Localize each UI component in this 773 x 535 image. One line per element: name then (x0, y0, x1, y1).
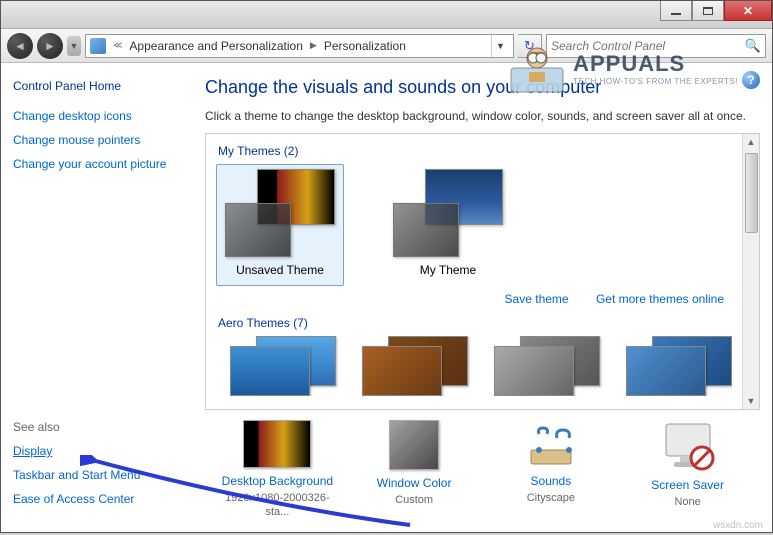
scroll-up-button[interactable]: ▲ (743, 134, 759, 151)
screen-saver-label: Screen Saver (628, 478, 748, 492)
themes-panel: My Themes (2) Unsaved Theme (205, 133, 760, 410)
minimize-button[interactable] (660, 1, 692, 21)
forward-button[interactable]: ► (37, 33, 63, 59)
my-themes-header: My Themes (2) (218, 144, 732, 158)
control-panel-home-link[interactable]: Control Panel Home (13, 79, 181, 93)
breadcrumb-level1[interactable]: Appearance and Personalization (129, 39, 302, 53)
breadcrumb-level2[interactable]: Personalization (324, 39, 406, 53)
save-theme-link[interactable]: Save theme (505, 292, 569, 306)
sounds-value: Cityscape (527, 492, 575, 504)
screen-saver-value: None (674, 496, 700, 508)
aero-themes-header: Aero Themes (7) (218, 316, 732, 330)
refresh-button[interactable]: ↻ (518, 34, 542, 58)
titlebar: ✕ (1, 1, 772, 29)
main-content: ? Change the visuals and sounds on your … (193, 63, 772, 532)
see-also-taskbar[interactable]: Taskbar and Start Menu (13, 468, 181, 482)
my-themes-row: Unsaved Theme My Theme (216, 164, 732, 286)
screen-saver-icon (660, 420, 716, 472)
chevron-right-icon[interactable]: ▶ (307, 40, 320, 51)
desktop-background-label: Desktop Background (217, 474, 337, 488)
see-also-header: See also (13, 420, 181, 434)
screen-saver-item[interactable]: Screen Saver None (628, 420, 748, 518)
theme-label: Unsaved Theme (236, 263, 324, 277)
window-color-label: Window Color (354, 476, 474, 490)
desktop-background-item[interactable]: Desktop Background 1920x1080-2000326-sta… (217, 420, 337, 518)
theme-my-theme[interactable]: My Theme (384, 164, 512, 286)
sidebar-link-mouse-pointers[interactable]: Change mouse pointers (13, 133, 181, 147)
scrollbar[interactable]: ▲ ▼ (742, 134, 759, 409)
sounds-item[interactable]: Sounds Cityscape (491, 420, 611, 518)
search-icon[interactable]: 🔍 (745, 38, 761, 54)
personalization-settings-row: Desktop Background 1920x1080-2000326-sta… (205, 410, 760, 524)
address-dropdown[interactable]: ▼ (491, 35, 509, 57)
theme-unsaved[interactable]: Unsaved Theme (216, 164, 344, 286)
sidebar-link-account-picture[interactable]: Change your account picture (13, 157, 181, 171)
see-also-ease-of-access[interactable]: Ease of Access Center (13, 492, 181, 506)
recent-dropdown[interactable]: ▼ (67, 36, 81, 56)
desktop-background-value: 1920x1080-2000326-sta... (225, 492, 330, 518)
close-button[interactable]: ✕ (724, 1, 772, 21)
aero-theme-item[interactable] (362, 336, 468, 396)
theme-thumb (393, 169, 503, 257)
address-bar[interactable]: ≪ Appearance and Personalization ▶ Perso… (85, 34, 514, 58)
back-button[interactable]: ◄ (7, 33, 33, 59)
theme-thumb (225, 169, 335, 257)
see-also-display[interactable]: Display (13, 444, 181, 458)
aero-theme-item[interactable] (230, 336, 336, 396)
page-description: Click a theme to change the desktop back… (205, 108, 760, 125)
sounds-icon (517, 420, 585, 468)
help-icon[interactable]: ? (742, 71, 760, 89)
sidebar-link-desktop-icons[interactable]: Change desktop icons (13, 109, 181, 123)
maximize-button[interactable] (692, 1, 724, 21)
aero-themes-row (216, 336, 732, 396)
window-color-icon (389, 420, 439, 470)
control-panel-window: ✕ ◄ ► ▼ ≪ Appearance and Personalization… (0, 0, 773, 533)
page-title: Change the visuals and sounds on your co… (205, 77, 760, 98)
window-color-item[interactable]: Window Color Custom (354, 420, 474, 518)
theme-label: My Theme (420, 263, 476, 277)
themes-content: My Themes (2) Unsaved Theme (206, 134, 742, 409)
footer-credit: wsxdn.com (713, 520, 763, 531)
scroll-thumb[interactable] (745, 153, 758, 233)
window-color-value: Custom (395, 494, 433, 506)
control-panel-icon (90, 38, 106, 54)
body-area: Control Panel Home Change desktop icons … (1, 63, 772, 532)
aero-theme-item[interactable] (494, 336, 600, 396)
sounds-label: Sounds (491, 474, 611, 488)
search-box[interactable]: 🔍 (546, 34, 766, 58)
search-input[interactable] (551, 39, 745, 53)
desktop-background-icon (243, 420, 311, 468)
chevron-icon[interactable]: ≪ (110, 40, 125, 51)
scroll-down-button[interactable]: ▼ (743, 392, 759, 409)
more-themes-link[interactable]: Get more themes online (596, 292, 724, 306)
aero-theme-item[interactable] (626, 336, 732, 396)
sidebar: Control Panel Home Change desktop icons … (1, 63, 193, 532)
theme-links: Save theme Get more themes online (216, 292, 724, 306)
navigation-bar: ◄ ► ▼ ≪ Appearance and Personalization ▶… (1, 29, 772, 63)
